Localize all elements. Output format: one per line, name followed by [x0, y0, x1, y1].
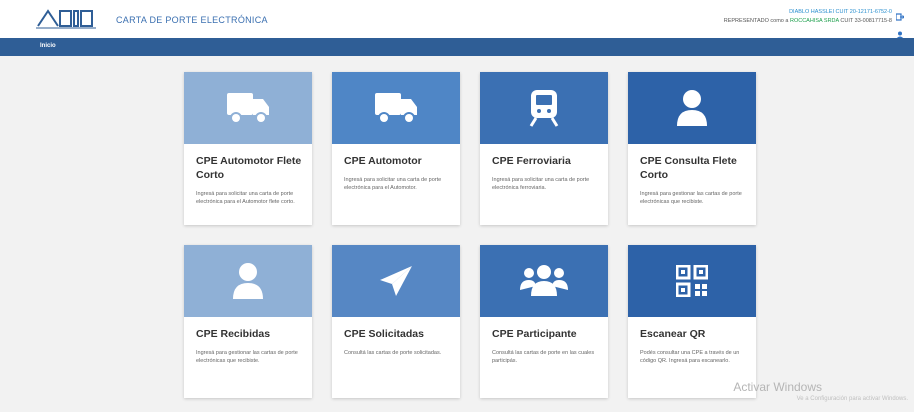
card-description: Ingresá para solicitar una carta de port… — [196, 191, 295, 205]
truck-icon — [227, 93, 269, 124]
user-icon — [677, 90, 707, 126]
card-banner — [628, 245, 756, 317]
card-cpe-automotor[interactable]: CPE Automotor Ingresá para solicitar una… — [332, 72, 460, 225]
card-title: CPE Ferroviaria — [492, 155, 571, 167]
truck-icon — [375, 93, 417, 124]
card-banner — [332, 72, 460, 144]
card-banner — [480, 72, 608, 144]
card-title: Escanear QR — [640, 328, 706, 340]
train-icon — [529, 90, 559, 127]
card-title: CPE Recibidas — [196, 328, 271, 340]
represented-prefix: REPRESENTADO como a — [723, 18, 789, 24]
card-escanear-qr[interactable]: Escanear QR Podés consultar una CPE a tr… — [628, 245, 756, 398]
afip-logo[interactable] — [36, 8, 111, 30]
nav-bar: Inicio — [0, 38, 914, 56]
card-title: CPE Consulta Flete Corto — [640, 155, 737, 181]
exit-icon[interactable] — [895, 13, 905, 21]
card-banner — [184, 245, 312, 317]
windows-activation-subtitle: Ve a Configuración para activar Windows. — [796, 396, 908, 402]
user-icon — [233, 263, 263, 299]
card-cpe-automotor-flete-corto[interactable]: CPE Automotor Flete Corto Ingresá para s… — [184, 72, 312, 225]
card-cpe-consulta-flete-corto[interactable]: CPE Consulta Flete Corto Ingresá para ge… — [628, 72, 756, 225]
qr-code-icon — [676, 265, 708, 297]
card-banner — [184, 72, 312, 144]
card-title: CPE Solicitadas — [344, 328, 424, 340]
card-cpe-ferroviaria[interactable]: CPE Ferroviaria Ingresá para solicitar u… — [480, 72, 608, 225]
card-title: CPE Participante — [492, 328, 577, 340]
app-title: CARTA DE PORTE ELECTRÓNICA — [116, 15, 268, 25]
card-cpe-solicitadas[interactable]: CPE Solicitadas Consultá las cartas de p… — [332, 245, 460, 398]
card-description: Consultá las cartas de porte solicitadas… — [344, 350, 442, 356]
group-icon — [520, 265, 568, 296]
card-cpe-recibidas[interactable]: CPE Recibidas Ingresá para gestionar las… — [184, 245, 312, 398]
represented-cuit: CUIT 33-00817715-8 — [840, 18, 892, 24]
card-description: Consultá las cartas de porte en las cual… — [492, 350, 595, 364]
card-description: Ingresá para gestionar las cartas de por… — [640, 191, 742, 205]
card-description: Ingresá para solicitar una carta de port… — [492, 177, 590, 191]
card-title: CPE Automotor — [344, 155, 422, 167]
nav-item-inicio[interactable]: Inicio — [40, 43, 56, 49]
card-banner — [332, 245, 460, 317]
paper-plane-icon — [380, 266, 412, 296]
card-description: Ingresá para gestionar las cartas de por… — [196, 350, 298, 364]
represented-entity[interactable]: ROCCAHISA SRDA — [790, 18, 839, 24]
card-title: CPE Automotor Flete Corto — [196, 155, 302, 181]
user-name[interactable]: DIABLO HASSLEI CUIT 20-12171-6752-0 — [789, 9, 892, 15]
card-description: Ingresá para solicitar una carta de port… — [344, 177, 442, 191]
card-description: Podés consultar una CPE a través de un c… — [640, 350, 740, 364]
windows-activation-title: Activar Windows — [733, 380, 822, 394]
card-banner — [628, 72, 756, 144]
header-bar: CARTA DE PORTE ELECTRÓNICA DIABLO HASSLE… — [0, 0, 914, 39]
user-info: DIABLO HASSLEI CUIT 20-12171-6752-0 REPR… — [724, 8, 892, 26]
card-banner — [480, 245, 608, 317]
card-cpe-participante[interactable]: CPE Participante Consultá las cartas de … — [480, 245, 608, 398]
